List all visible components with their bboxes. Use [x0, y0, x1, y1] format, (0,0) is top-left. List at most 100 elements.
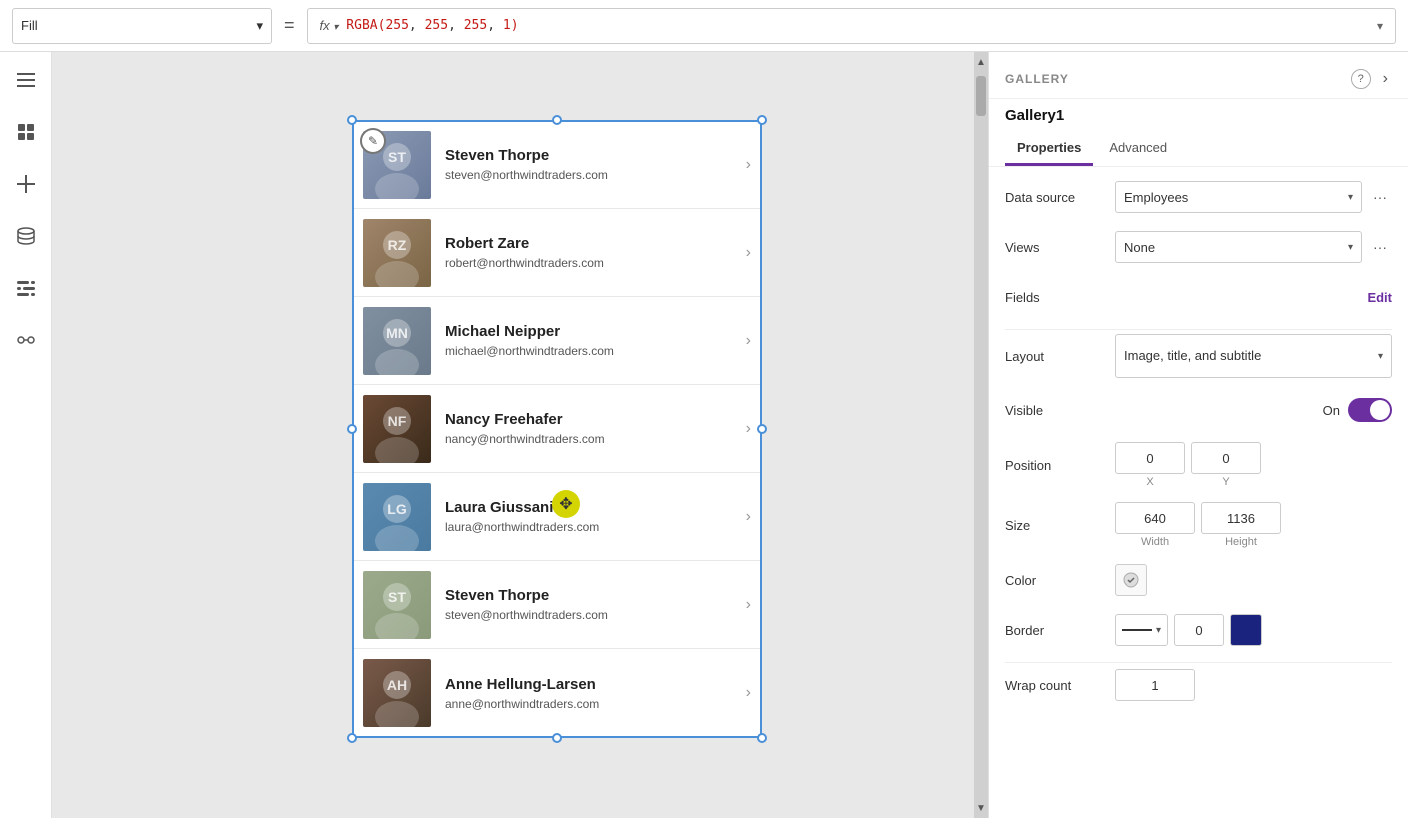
- gallery-item[interactable]: ST Steven Thorpe steven@northwindtraders…: [353, 561, 761, 649]
- gallery-item[interactable]: LG Laura Giussani laura@northwindtraders…: [353, 473, 761, 561]
- scroll-up-arrow[interactable]: ▲: [974, 52, 988, 72]
- views-chevron: ▾: [1348, 242, 1353, 253]
- gallery-item[interactable]: MN Michael Neipper michael@northwindtrad…: [353, 297, 761, 385]
- size-row: Size Width Height: [1005, 502, 1392, 548]
- color-swatch[interactable]: [1115, 564, 1147, 596]
- divider-2: [1005, 662, 1392, 663]
- views-dropdown[interactable]: None ▾: [1115, 231, 1362, 263]
- handle-top-left[interactable]: [347, 115, 357, 125]
- svg-text:AH: AH: [387, 677, 407, 693]
- data-source-more-button[interactable]: ···: [1368, 185, 1392, 209]
- border-line-dropdown[interactable]: ▾: [1115, 614, 1168, 646]
- svg-text:MN: MN: [386, 325, 408, 341]
- visible-toggle-container: On: [1323, 398, 1392, 422]
- svg-text:ST: ST: [388, 589, 406, 605]
- panel-expand-button[interactable]: ›: [1379, 68, 1392, 90]
- insert-icon[interactable]: [10, 168, 42, 200]
- formula-chevron-icon: ▾: [333, 22, 338, 33]
- position-y-group: Y: [1191, 442, 1261, 488]
- divider-1: [1005, 329, 1392, 330]
- size-height-label: Height: [1225, 536, 1257, 548]
- size-control: Width Height: [1115, 502, 1392, 548]
- gallery-item-info: Michael Neipper michael@northwindtraders…: [445, 323, 738, 358]
- position-x-label: X: [1146, 476, 1153, 488]
- layout-control: Image, title, and subtitle ▾: [1115, 334, 1392, 378]
- menu-icon[interactable]: [10, 64, 42, 96]
- gallery-item-chevron: ›: [746, 596, 751, 614]
- gallery-item-email: anne@northwindtraders.com: [445, 697, 738, 711]
- gallery-item[interactable]: NF Nancy Freehafer nancy@northwindtrader…: [353, 385, 761, 473]
- wrap-count-input[interactable]: [1115, 669, 1195, 701]
- svg-text:ST: ST: [388, 149, 406, 165]
- tab-advanced[interactable]: Advanced: [1097, 132, 1179, 166]
- panel-help-button[interactable]: ?: [1351, 69, 1371, 89]
- handle-bottom-center[interactable]: [552, 733, 562, 743]
- handle-bottom-right[interactable]: [757, 733, 767, 743]
- gallery-item[interactable]: RZ Robert Zare robert@northwindtraders.c…: [353, 209, 761, 297]
- border-color-swatch[interactable]: [1230, 614, 1262, 646]
- visible-label: Visible: [1005, 403, 1115, 418]
- size-width-group: Width: [1115, 502, 1195, 548]
- layout-value: Image, title, and subtitle: [1124, 348, 1261, 365]
- layout-chevron: ▾: [1378, 350, 1383, 363]
- panel-tabs: Properties Advanced: [989, 124, 1408, 167]
- scroll-down-arrow[interactable]: ▼: [974, 798, 988, 818]
- scroll-thumb[interactable]: [976, 76, 986, 116]
- wrap-count-control: [1115, 669, 1392, 701]
- fill-chevron: ▾: [256, 18, 263, 34]
- gallery-item-info: Steven Thorpe steven@northwindtraders.co…: [445, 587, 738, 622]
- handle-mid-right[interactable]: [757, 424, 767, 434]
- tab-properties[interactable]: Properties: [1005, 132, 1093, 166]
- canvas-area[interactable]: ✎ ✥ ST Steven Thorpe steven@northwindtra…: [52, 52, 988, 818]
- toggle-thumb: [1370, 400, 1390, 420]
- views-label: Views: [1005, 240, 1115, 255]
- formula-expand-icon[interactable]: ▾: [1377, 19, 1383, 33]
- formula-bar[interactable]: fx ▾ RGBA(255, 255, 255, 1) ▾: [307, 8, 1396, 44]
- handle-mid-left[interactable]: [347, 424, 357, 434]
- layout-dropdown[interactable]: Image, title, and subtitle ▾: [1115, 334, 1392, 378]
- gallery-edit-icon[interactable]: ✎: [360, 128, 386, 154]
- border-style-chevron: ▾: [1156, 625, 1161, 636]
- tools-icon[interactable]: [10, 324, 42, 356]
- avatar-svg: NF: [363, 395, 431, 463]
- wrap-count-row: Wrap count: [1005, 667, 1392, 703]
- formula-value: RGBA(255, 255, 255, 1): [346, 18, 518, 33]
- controls-icon[interactable]: [10, 272, 42, 304]
- visible-row: Visible On: [1005, 392, 1392, 428]
- data-source-label: Data source: [1005, 190, 1115, 205]
- svg-text:LG: LG: [387, 501, 407, 517]
- data-icon[interactable]: [10, 220, 42, 252]
- size-width-input[interactable]: [1115, 502, 1195, 534]
- gallery-item-email: nancy@northwindtraders.com: [445, 432, 738, 446]
- fields-edit-link[interactable]: Edit: [1367, 290, 1392, 305]
- fields-label: Fields: [1005, 290, 1115, 305]
- views-more-button[interactable]: ···: [1368, 235, 1392, 259]
- gallery-item[interactable]: ST Steven Thorpe steven@northwindtraders…: [353, 121, 761, 209]
- color-label: Color: [1005, 573, 1115, 588]
- size-height-input[interactable]: [1201, 502, 1281, 534]
- fill-dropdown[interactable]: Fill ▾: [12, 8, 272, 44]
- position-x-input[interactable]: [1115, 442, 1185, 474]
- data-source-dropdown[interactable]: Employees ▾: [1115, 181, 1362, 213]
- fields-row: Fields Edit: [1005, 279, 1392, 315]
- data-source-row: Data source Employees ▾ ···: [1005, 179, 1392, 215]
- gallery-item-email: steven@northwindtraders.com: [445, 168, 738, 182]
- border-width-input[interactable]: [1174, 614, 1224, 646]
- layers-icon[interactable]: [10, 116, 42, 148]
- canvas-scrollbar[interactable]: ▲ ▼: [974, 52, 988, 818]
- position-y-input[interactable]: [1191, 442, 1261, 474]
- gallery-item-chevron: ›: [746, 244, 751, 262]
- avatar-svg: AH: [363, 659, 431, 727]
- gallery-item[interactable]: AH Anne Hellung-Larsen anne@northwindtra…: [353, 649, 761, 737]
- visible-control: On: [1115, 398, 1392, 422]
- handle-top-right[interactable]: [757, 115, 767, 125]
- handle-bottom-left[interactable]: [347, 733, 357, 743]
- views-value: None: [1124, 240, 1155, 255]
- gallery-item-photo: LG: [363, 483, 431, 551]
- views-control: None ▾ ···: [1115, 231, 1392, 263]
- handle-top-center[interactable]: [552, 115, 562, 125]
- gallery-item-chevron: ›: [746, 508, 751, 526]
- svg-text:NF: NF: [388, 413, 407, 429]
- visible-toggle[interactable]: [1348, 398, 1392, 422]
- gallery-item-info: Steven Thorpe steven@northwindtraders.co…: [445, 147, 738, 182]
